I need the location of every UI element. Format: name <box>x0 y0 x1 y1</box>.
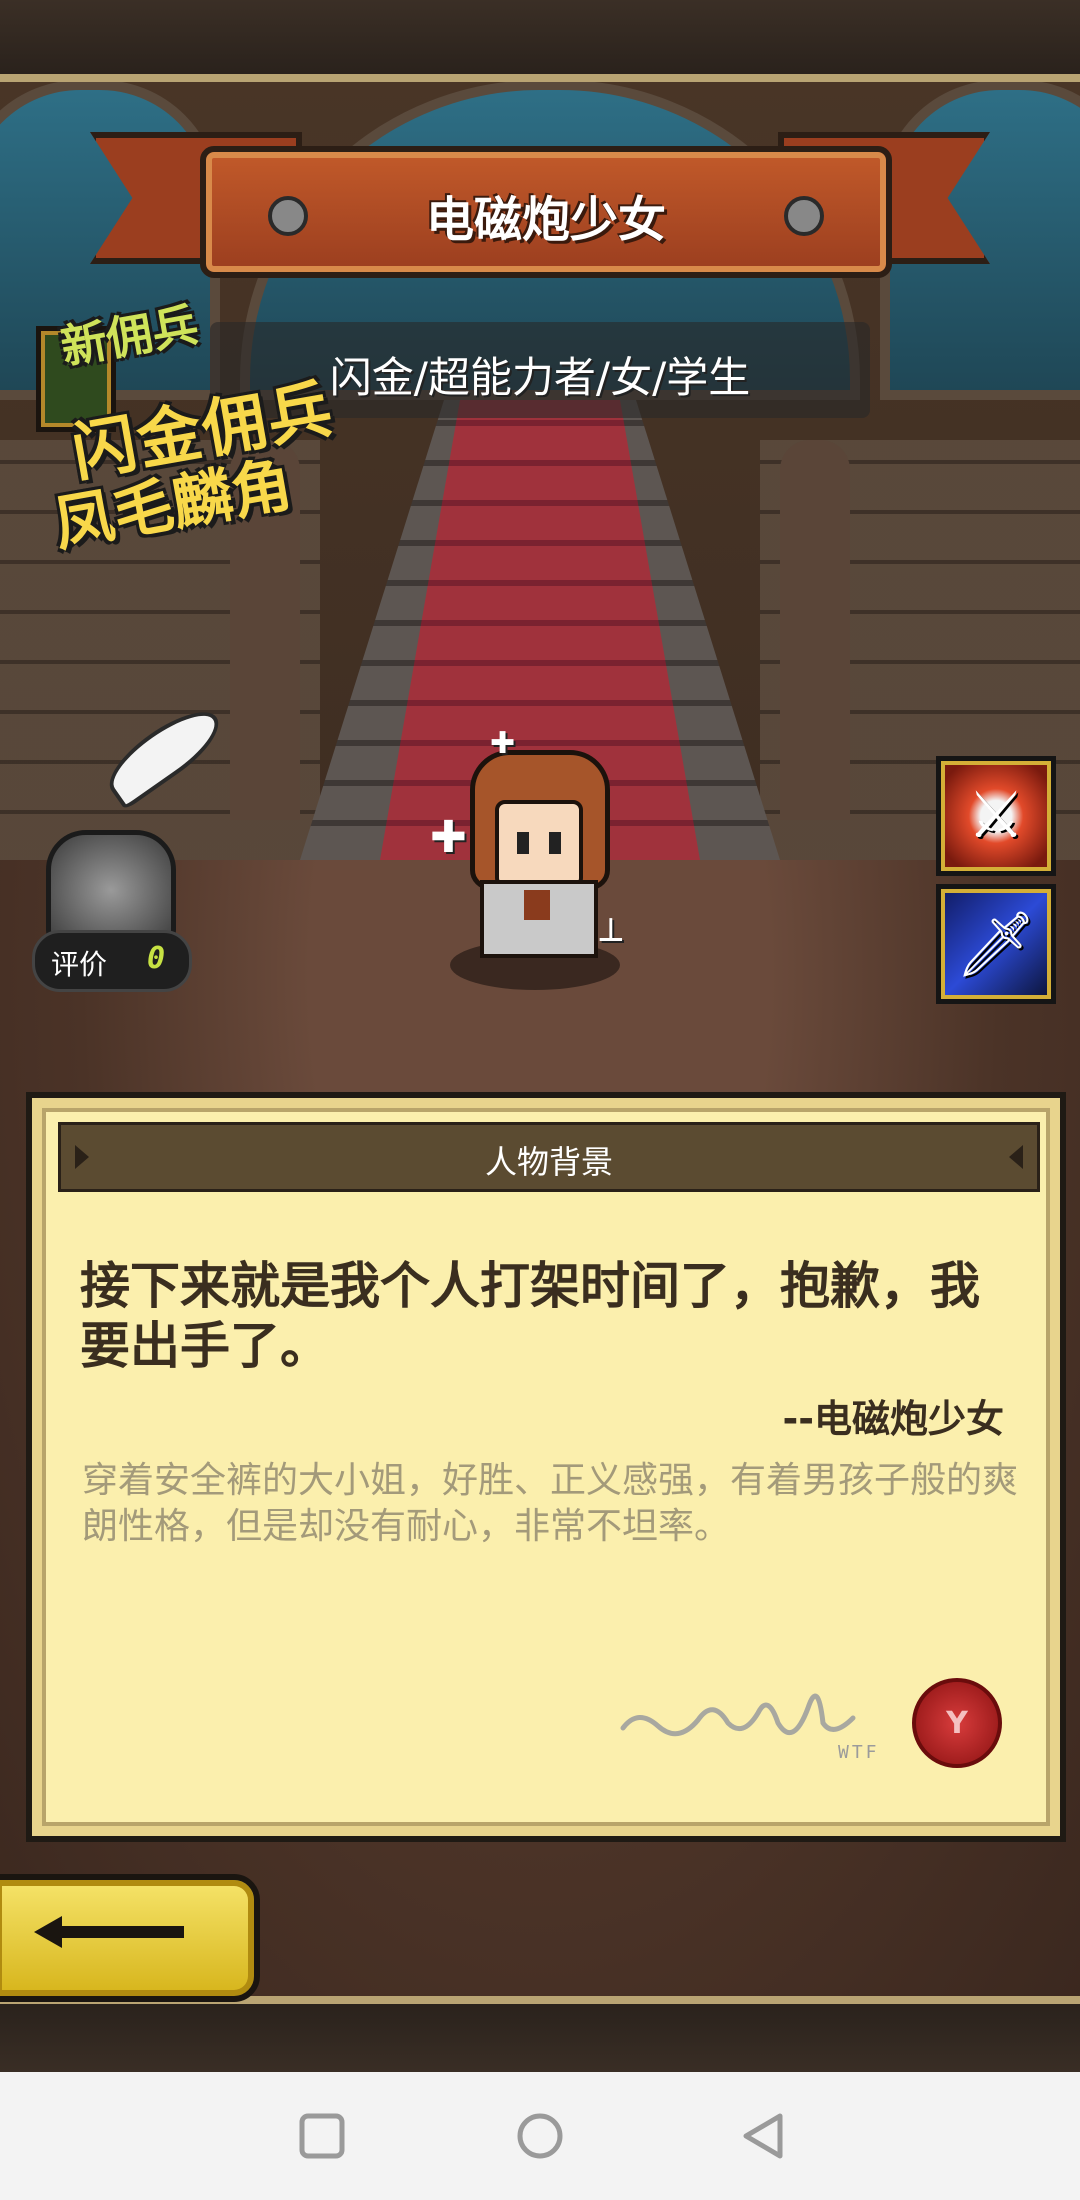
triangle-back-icon[interactable] <box>736 2108 792 2164</box>
sparkle-icon: ✚ <box>430 812 467 863</box>
rating-badge[interactable]: 评价 0 <box>32 930 192 992</box>
rating-label: 评价 <box>51 948 108 981</box>
sprite-eye <box>549 832 561 854</box>
signature-icon <box>620 1693 856 1737</box>
slash-attack-icon: ⚔ <box>967 779 1025 853</box>
system-navigation-bar <box>0 2072 1080 2200</box>
bottom-frame <box>0 1996 1080 2072</box>
quote-author: --电磁炮少女 <box>782 1397 1004 1441</box>
circle-icon[interactable] <box>512 2108 568 2164</box>
character-background-panel: 人物背景 接下来就是我个人打架时间了，抱歉，我要出手了。 --电磁炮少女 穿着安… <box>26 1092 1066 1842</box>
square-icon[interactable] <box>294 2108 350 2164</box>
top-frame <box>0 0 1080 82</box>
sprite-face <box>495 800 583 888</box>
left-arrow-icon <box>34 1916 184 1948</box>
panel-header: 人物背景 <box>58 1122 1040 1192</box>
blue-sword-icon: 🗡 <box>955 907 1037 982</box>
sparkle-icon: ┴ <box>600 920 622 961</box>
ribbon-body: 电磁炮少女 <box>200 146 892 278</box>
character-bio: 穿着安全裤的大小姐，好胜、正义感强，有着男孩子般的爽朗性格，但是却没有耐心，非常… <box>82 1460 1019 1547</box>
stair-railing <box>780 440 850 820</box>
character-quote: 接下来就是我个人打架时间了，抱歉，我要出手了。 <box>80 1257 980 1375</box>
sprite-body <box>480 880 598 958</box>
wax-seal-icon: Y <box>912 1678 1002 1768</box>
character-sprite[interactable]: ✚ ✚ ┴ <box>430 726 640 990</box>
new-mercenary-promo[interactable]: 新佣兵 闪金佣兵 凤毛麟角 <box>30 297 380 570</box>
seal-glyph: Y <box>946 1705 968 1741</box>
skill-slash-button[interactable]: ⚔ <box>936 756 1056 876</box>
rating-value: 0 <box>147 941 166 976</box>
back-button[interactable] <box>0 1874 260 2002</box>
panel-header-title: 人物背景 <box>484 1143 613 1181</box>
sprite-eye <box>517 832 529 854</box>
sprite-ribbon <box>524 890 550 920</box>
sparkle-icon: ✚ <box>490 726 516 761</box>
inkwell-rating-button[interactable] <box>40 697 231 950</box>
promo-line-1: 新佣兵 <box>56 297 203 375</box>
character-title-banner: 电磁炮少女 <box>90 112 990 292</box>
skill-sword-button[interactable]: 🗡 <box>936 884 1056 1004</box>
character-name: 电磁炮少女 <box>425 192 666 248</box>
signature-caption: WTF <box>838 1742 880 1763</box>
arrow-right-icon <box>1009 1145 1023 1169</box>
